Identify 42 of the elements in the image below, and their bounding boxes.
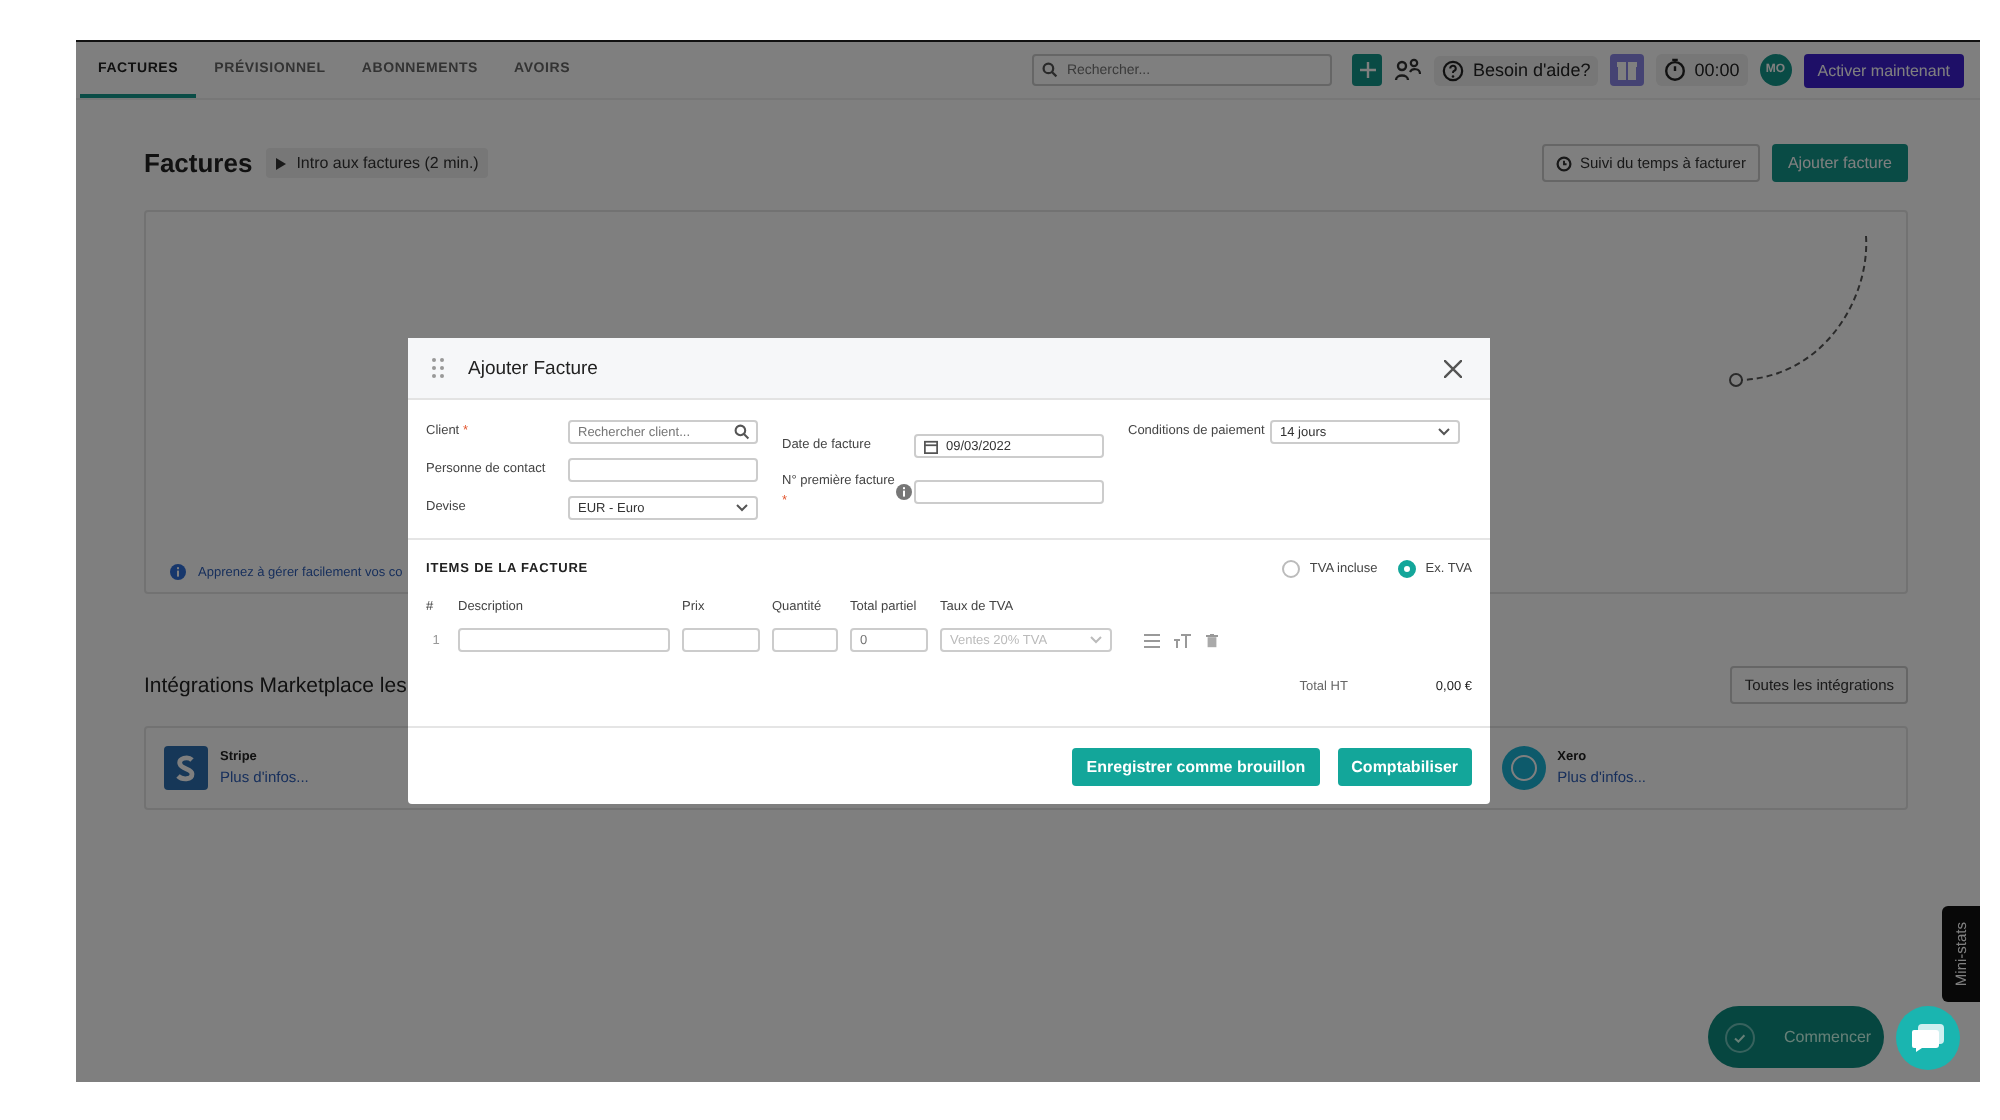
add-invoice-button[interactable]: Ajouter facture: [1771, 144, 1908, 182]
add-button[interactable]: [1352, 54, 1383, 86]
start-button[interactable]: Commencer: [1708, 1006, 1884, 1068]
check-circle-icon: [1724, 1021, 1756, 1053]
s-logo-icon: [164, 746, 208, 790]
intro-video-button[interactable]: Intro aux factures (2 min.): [266, 148, 489, 178]
search-icon: [734, 424, 750, 440]
invoice-number-field[interactable]: [914, 479, 1104, 504]
chat-button[interactable]: [1896, 1006, 1960, 1070]
close-icon[interactable]: [1444, 359, 1462, 377]
contact-field[interactable]: [568, 458, 758, 482]
timer-button[interactable]: 00:00: [1656, 54, 1748, 86]
quantity-field[interactable]: [772, 628, 838, 652]
page-title: Factures: [144, 148, 253, 178]
chat-icon: [1912, 1024, 1944, 1052]
activate-button[interactable]: Activer maintenant: [1803, 53, 1964, 87]
search-icon: [1042, 62, 1059, 78]
price-field[interactable]: [682, 628, 760, 652]
drag-handle-icon[interactable]: [432, 358, 444, 378]
trash-icon[interactable]: [1206, 633, 1218, 647]
chevron-down-icon: [1090, 636, 1102, 644]
help-button[interactable]: Besoin d'aide?: [1434, 55, 1599, 85]
chevron-down-icon: [736, 504, 748, 512]
clock-icon: [1556, 155, 1572, 171]
plus-icon: [1359, 62, 1376, 78]
calendar-icon: [924, 439, 938, 453]
save-draft-button[interactable]: Enregistrer comme brouillon: [1072, 747, 1320, 785]
chevron-down-icon: [1438, 428, 1450, 436]
info-icon: [896, 483, 912, 500]
text-size-icon[interactable]: [1174, 633, 1192, 647]
post-button[interactable]: Comptabiliser: [1337, 747, 1472, 785]
help-icon: [1442, 59, 1465, 81]
lines-icon[interactable]: [1144, 633, 1160, 647]
round-logo-icon: [1501, 746, 1546, 790]
section-title: Intégrations Marketplace les: [144, 673, 407, 697]
modal-title: Ajouter Facture: [468, 357, 598, 379]
people-icon[interactable]: [1394, 58, 1423, 82]
gift-icon[interactable]: [1610, 54, 1645, 86]
description-field[interactable]: [458, 628, 670, 652]
info-icon: [170, 564, 186, 580]
stopwatch-icon: [1664, 58, 1687, 82]
play-icon: [276, 157, 287, 169]
